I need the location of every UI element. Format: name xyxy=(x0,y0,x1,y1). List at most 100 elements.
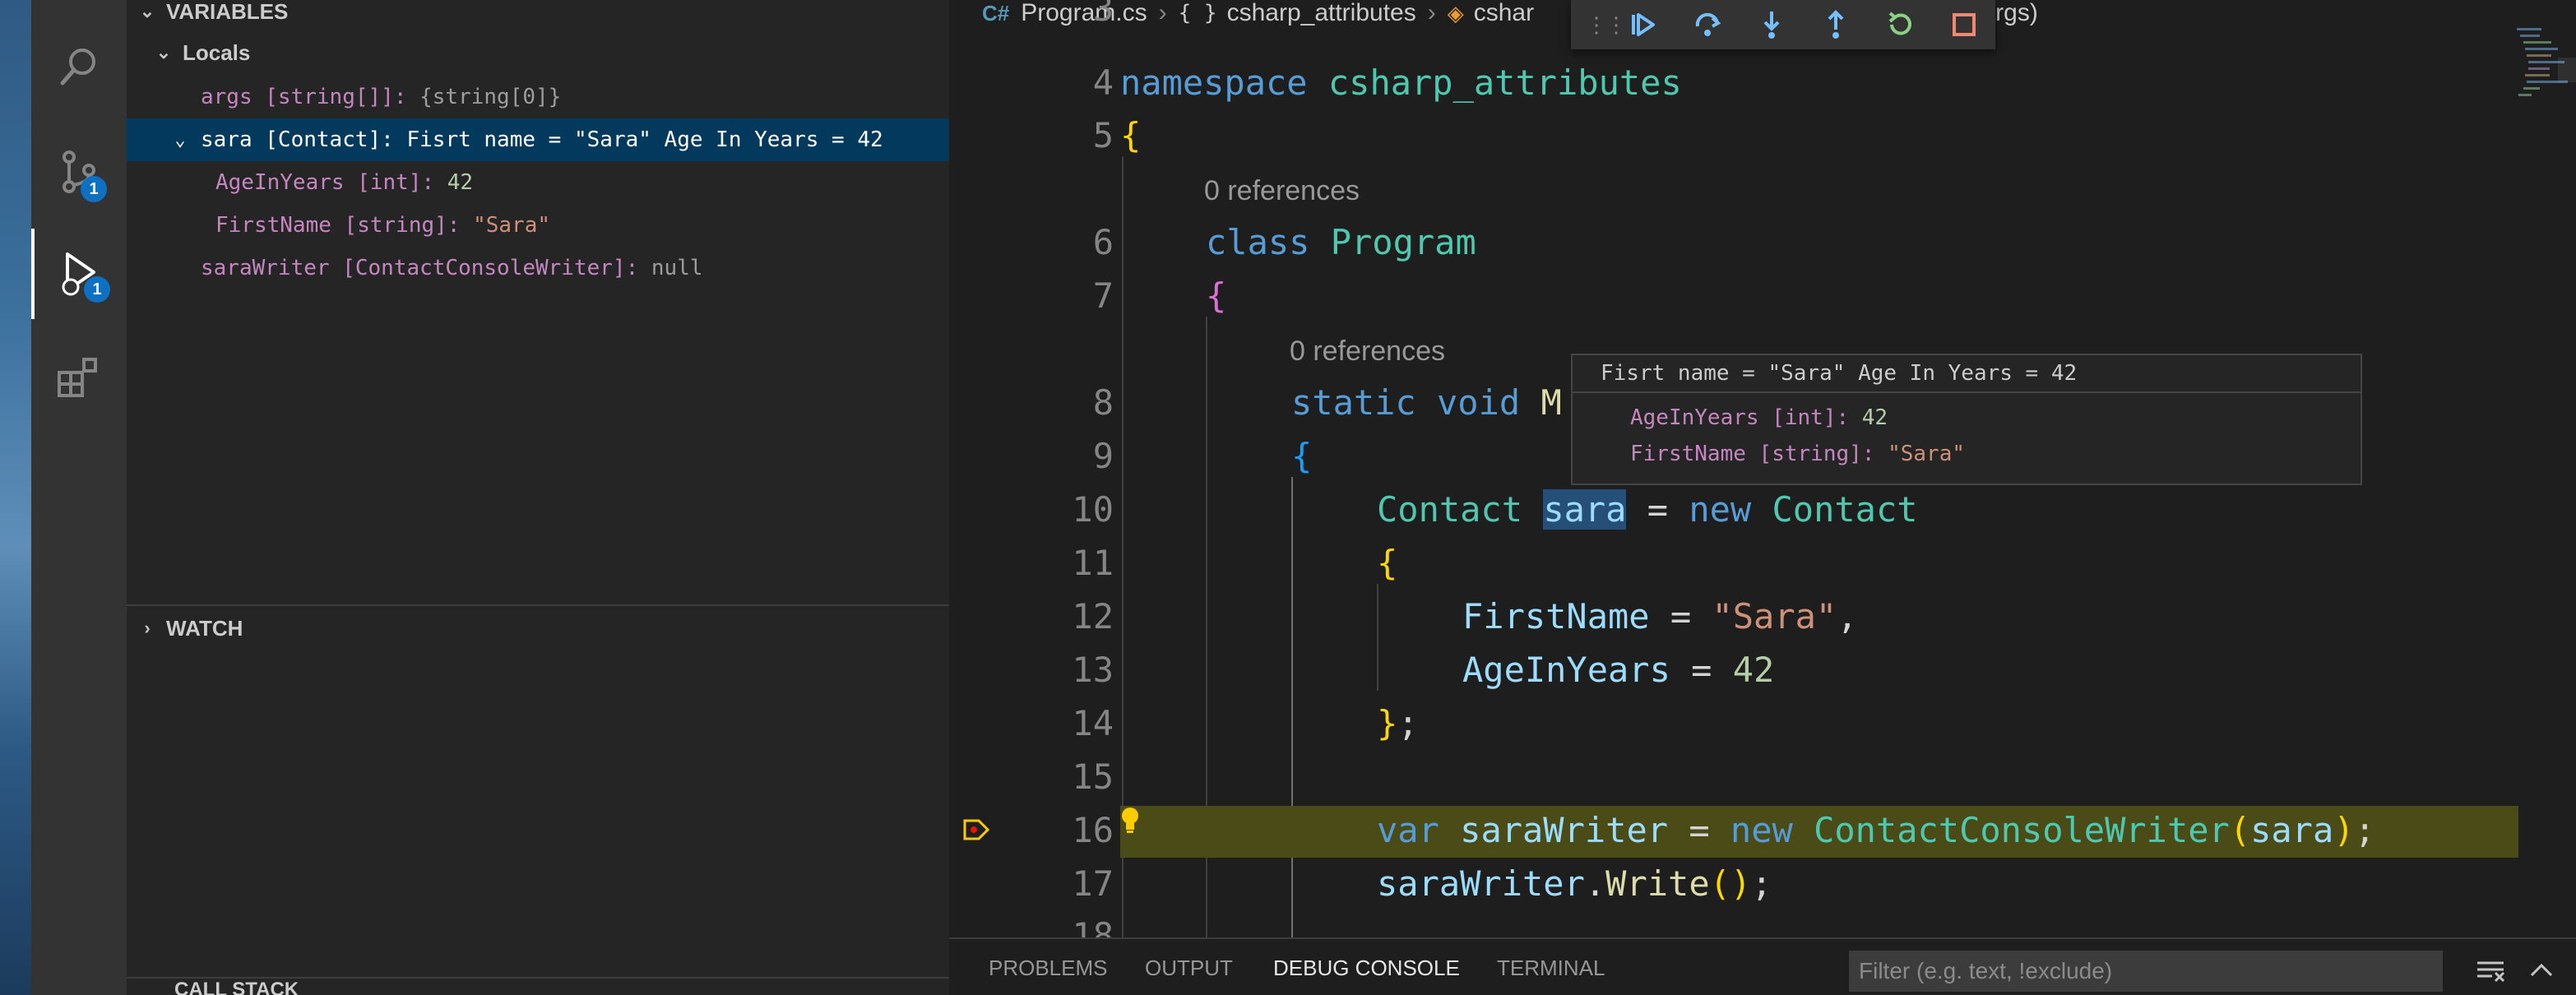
code-line-10: 10 Contact sara = new Contact xyxy=(949,483,2576,536)
step-into-button[interactable] xyxy=(1749,4,1795,45)
token: Contact xyxy=(1377,489,1523,530)
code-line-17: 17 saraWriter.Write(); xyxy=(949,857,2576,910)
token: var xyxy=(1377,810,1439,850)
code-line-5: 5{ xyxy=(949,109,2576,162)
chevron-down-icon: ⌄ xyxy=(174,129,186,150)
tab-debug-console[interactable]: DEBUG CONSOLE xyxy=(1273,939,1460,995)
restart-icon xyxy=(1888,12,1911,35)
variable-row-args[interactable]: args [string[]]: {string[0]} xyxy=(127,76,949,118)
variable-name: FirstName xyxy=(215,213,331,238)
variable-type: [ContactConsoleWriter]: xyxy=(342,256,639,280)
debug-hover-widget[interactable]: Fisrt name = "Sara" Age In Years = 42 Ag… xyxy=(1571,354,2362,485)
variable-value: {string[0]} xyxy=(419,85,562,109)
chevron-right-icon: › xyxy=(144,618,151,638)
token: ; xyxy=(1751,863,1772,904)
extensions-icon xyxy=(58,358,97,397)
code-line-7: 7{ xyxy=(949,269,2576,322)
clear-console-button[interactable] xyxy=(2472,954,2509,987)
tab-output[interactable]: OUTPUT xyxy=(1145,939,1233,995)
call-stack-header[interactable]: CALL STACK xyxy=(127,979,299,995)
variable-row-sara[interactable]: ⌄ sara [Contact]: Fisrt name = "Sara" Ag… xyxy=(127,118,949,161)
variable-type: [string[]]: xyxy=(265,85,407,109)
drag-handle-icon[interactable]: ⋮⋮ xyxy=(1586,12,1627,38)
locals-scope[interactable]: ⌄ Locals xyxy=(127,36,251,69)
desktop-background xyxy=(0,0,31,995)
token: sara xyxy=(2250,810,2334,850)
continue-button[interactable] xyxy=(1620,4,1666,45)
stop-button[interactable] xyxy=(1941,4,1987,45)
restart-button[interactable] xyxy=(1877,4,1923,45)
activity-bar: 1 1 xyxy=(31,0,127,995)
step-out-icon xyxy=(1828,10,1844,39)
token: { xyxy=(1120,115,1142,155)
activity-search[interactable] xyxy=(31,21,127,112)
code-line-4: 4 namespace csharp_attributes xyxy=(949,56,2576,109)
token: saraWriter xyxy=(1377,863,1585,904)
watch-header[interactable]: › WATCH xyxy=(127,612,243,645)
line-number: 6 xyxy=(1092,222,1114,262)
hover-row-ageinyears[interactable]: AgeInYears [int]: 42 xyxy=(1630,400,1888,436)
tab-terminal[interactable]: TERMINAL xyxy=(1497,939,1605,995)
variable-name: sara xyxy=(201,127,253,152)
variable-value: 42 xyxy=(1861,405,1888,430)
code-line-16: 16 var saraWriter = new ContactConsoleWri… xyxy=(949,803,2576,857)
step-out-button[interactable] xyxy=(1813,4,1859,45)
search-icon xyxy=(60,49,95,86)
token: void xyxy=(1437,382,1521,423)
line-number: 5 xyxy=(1092,115,1114,155)
token: = xyxy=(1670,596,1692,636)
variable-name: AgeInYears xyxy=(1630,405,1759,430)
variable-row-firstname[interactable]: FirstName [string]: "Sara" xyxy=(127,204,949,247)
token: } xyxy=(1377,703,1398,743)
line-number: 13 xyxy=(1072,650,1114,690)
call-stack-title: CALL STACK xyxy=(174,979,299,995)
watch-title: WATCH xyxy=(166,615,243,641)
hover-row-firstname[interactable]: FirstName [string]: "Sara" xyxy=(1630,436,1965,472)
activity-source-control[interactable]: 1 xyxy=(31,127,127,217)
line-number: 7 xyxy=(1092,275,1114,316)
variable-row-ageinyears[interactable]: AgeInYears [int]: 42 xyxy=(127,161,949,204)
token: ( xyxy=(2229,810,2251,850)
step-over-icon xyxy=(1695,12,1721,36)
token: ) xyxy=(2333,810,2355,850)
panel-tab-bar: PROBLEMS OUTPUT DEBUG CONSOLE TERMINAL F… xyxy=(949,937,2576,995)
lightbulb-icon[interactable] xyxy=(1119,806,1142,834)
codelens-references[interactable]: 0 references xyxy=(1290,336,1445,368)
variable-type: [int]: xyxy=(1772,405,1850,430)
line-number: 3 xyxy=(1092,0,1114,29)
variables-header[interactable]: ⌄ VARIABLES xyxy=(127,0,289,28)
token: ; xyxy=(1397,703,1419,743)
code-line-18: 18 xyxy=(949,909,2576,937)
step-over-button[interactable] xyxy=(1684,4,1730,45)
hover-summary: Fisrt name = "Sara" Age In Years = 42 xyxy=(1573,355,2361,393)
run-debug-badge: 1 xyxy=(84,276,110,303)
token: Program xyxy=(1330,222,1476,262)
code-line-6: 6 class Program xyxy=(949,215,2576,269)
chevron-up-icon xyxy=(2530,963,2553,977)
debug-toolbar[interactable]: ⋮⋮ xyxy=(1571,0,1995,49)
activity-run-debug[interactable]: 1 xyxy=(31,229,127,319)
token: FirstName xyxy=(1462,596,1650,636)
token: = xyxy=(1647,489,1669,530)
token: = xyxy=(1691,650,1712,690)
activity-extensions[interactable] xyxy=(31,332,127,423)
filter-placeholder: Filter (e.g. text, !exclude) xyxy=(1859,958,2113,983)
token: new xyxy=(1689,489,1752,530)
line-number: 17 xyxy=(1072,863,1114,904)
code-line-14: 14}; xyxy=(949,696,2576,750)
token: saraWriter xyxy=(1460,810,1669,850)
hover-summary-text: Fisrt name = "Sara" Age In Years = 42 xyxy=(1601,361,2078,386)
token: { xyxy=(1291,436,1313,476)
code-line-11: 11 { xyxy=(949,536,2576,590)
variable-row-sarawriter[interactable]: saraWriter [ContactConsoleWriter]: null xyxy=(127,247,949,289)
maximize-panel-button[interactable] xyxy=(2523,954,2560,987)
token: namespace xyxy=(1120,62,1308,103)
token: sara xyxy=(1543,489,1627,530)
token: Contact xyxy=(1772,489,1918,530)
tab-problems[interactable]: PROBLEMS xyxy=(989,939,1108,995)
minimap[interactable] xyxy=(2517,25,2576,115)
line-number: 9 xyxy=(1092,436,1114,476)
variable-type: [string]: xyxy=(1758,442,1875,466)
codelens-references[interactable]: 0 references xyxy=(1204,175,1360,207)
filter-input[interactable]: Filter (e.g. text, !exclude) xyxy=(1849,951,2443,992)
